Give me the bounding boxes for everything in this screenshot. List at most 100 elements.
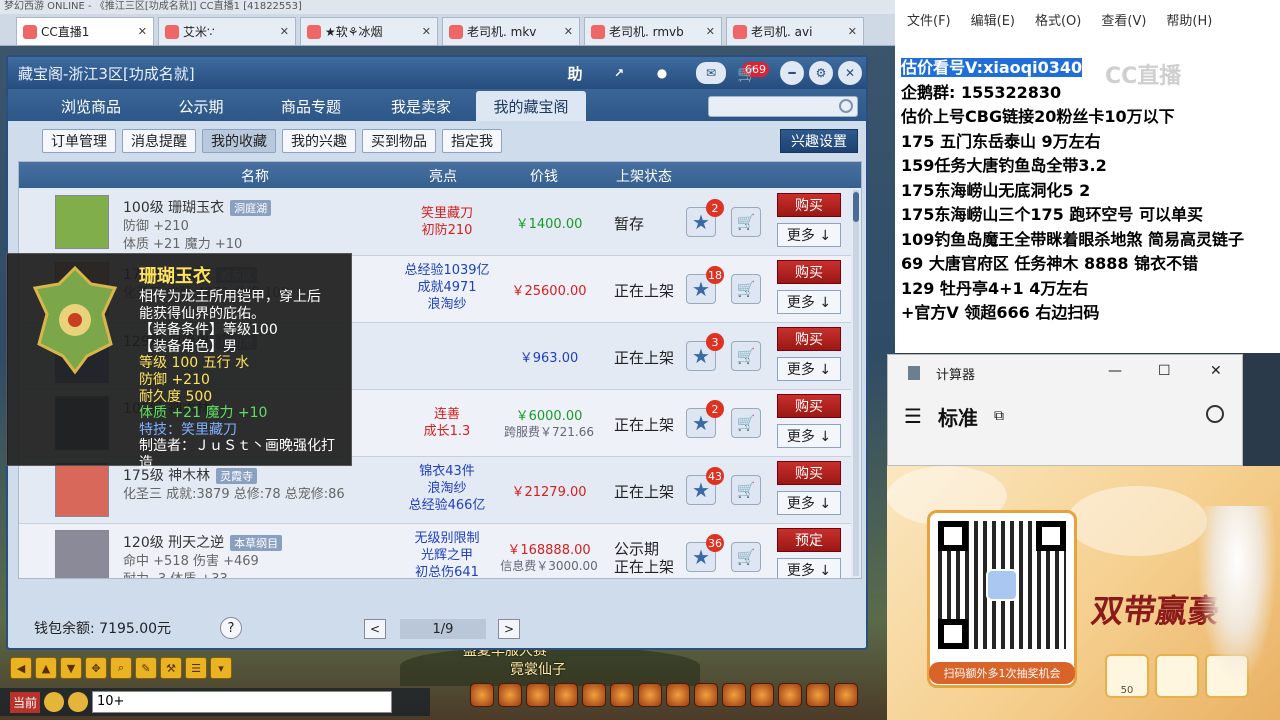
- list-icon[interactable]: ☰: [185, 657, 207, 679]
- help-button[interactable]: 助: [564, 62, 586, 84]
- function-icon[interactable]: [582, 683, 606, 707]
- function-icon[interactable]: [638, 683, 662, 707]
- buy-button[interactable]: 预定: [777, 528, 841, 552]
- table-scrollbar[interactable]: [853, 190, 859, 576]
- more-button[interactable]: 更多 ↓: [777, 558, 841, 578]
- buy-button[interactable]: 购买: [777, 327, 841, 351]
- nav-tab[interactable]: 我的藏宝阁: [476, 91, 586, 121]
- notepad-menu-item[interactable]: 文件(F): [907, 10, 951, 29]
- favorite-star-icon[interactable]: ★ 2: [686, 400, 724, 438]
- interest-settings-button[interactable]: 兴趣设置: [780, 129, 858, 153]
- magnifier-icon[interactable]: ⌕: [110, 657, 132, 679]
- keep-on-top-icon[interactable]: ⧉: [994, 408, 1004, 424]
- add-to-cart-icon[interactable]: 🛒: [731, 207, 761, 237]
- tab-close-icon[interactable]: ✕: [138, 25, 147, 38]
- more-button[interactable]: 更多 ↓: [777, 357, 841, 381]
- function-icon[interactable]: [610, 683, 634, 707]
- maximize-icon[interactable]: ☐: [1158, 363, 1171, 379]
- more-button[interactable]: 更多 ↓: [777, 223, 841, 247]
- emoji-icon[interactable]: [68, 692, 89, 712]
- up-arrow-icon[interactable]: ▲: [35, 657, 57, 679]
- move-icon[interactable]: ✥: [85, 657, 107, 679]
- add-to-cart-icon[interactable]: 🛒: [731, 274, 761, 304]
- browser-tab[interactable]: CC直播1 ✕: [16, 17, 154, 45]
- browser-tab[interactable]: ★软⚘冰烟 ✕: [300, 17, 438, 45]
- settings-gear-icon[interactable]: ⚙: [809, 61, 833, 85]
- tab-close-icon[interactable]: ✕: [706, 25, 715, 38]
- sub-tab[interactable]: 指定我: [442, 129, 502, 153]
- close-icon[interactable]: ✕: [1210, 363, 1222, 379]
- function-icon[interactable]: [750, 683, 774, 707]
- item-thumbnail[interactable]: [55, 530, 109, 578]
- notepad-text[interactable]: 估价看号V:xiaoqi0340 企鹅群: 155322830 估价上号CBG链接2…: [901, 56, 1280, 326]
- function-icon[interactable]: [778, 683, 802, 707]
- minimize-icon[interactable]: ━: [780, 61, 804, 85]
- buy-button[interactable]: 购买: [777, 193, 841, 217]
- function-icon[interactable]: [470, 683, 494, 707]
- table-row[interactable]: 120级 刑天之逆本草纲目命中 +518 伤害 +469耐力 -3 体质 +33…: [19, 524, 851, 578]
- close-icon[interactable]: ✕: [838, 61, 862, 85]
- scrollbar-thumb[interactable]: [853, 192, 859, 222]
- add-to-cart-icon[interactable]: 🛒: [731, 542, 761, 572]
- down-arrow-icon[interactable]: ▼: [60, 657, 82, 679]
- sub-tab[interactable]: 订单管理: [42, 129, 116, 153]
- sub-tab[interactable]: 我的收藏: [202, 129, 276, 153]
- search-icon[interactable]: [839, 99, 853, 113]
- nav-tab[interactable]: 商品专题: [256, 91, 366, 121]
- favorite-star-icon[interactable]: ★ 36: [686, 534, 724, 572]
- edit-icon[interactable]: ✎: [135, 657, 157, 679]
- browser-tab[interactable]: 老司机. rmvb ✕: [584, 17, 722, 45]
- function-icon[interactable]: [526, 683, 550, 707]
- tab-close-icon[interactable]: ✕: [422, 25, 431, 38]
- notepad-menu-item[interactable]: 格式(O): [1035, 10, 1081, 29]
- item-thumbnail[interactable]: [55, 463, 109, 517]
- more-button[interactable]: 更多 ↓: [777, 290, 841, 314]
- function-icon[interactable]: [806, 683, 830, 707]
- function-icon[interactable]: [666, 683, 690, 707]
- buy-button[interactable]: 购买: [777, 461, 841, 485]
- function-icon[interactable]: [694, 683, 718, 707]
- function-icon[interactable]: [498, 683, 522, 707]
- buy-button[interactable]: 购买: [777, 260, 841, 284]
- add-to-cart-icon[interactable]: 🛒: [731, 341, 761, 371]
- more-button[interactable]: 更多 ↓: [777, 491, 841, 515]
- notepad-menu-item[interactable]: 编辑(E): [971, 10, 1015, 29]
- record-icon[interactable]: ●: [651, 62, 673, 84]
- more-button[interactable]: 更多 ↓: [777, 424, 841, 448]
- prev-page-button[interactable]: <: [364, 619, 386, 639]
- sub-tab[interactable]: 消息提醒: [122, 129, 196, 153]
- next-page-button[interactable]: >: [498, 619, 520, 639]
- chat-channel[interactable]: 当前: [10, 691, 41, 713]
- tab-close-icon[interactable]: ✕: [280, 25, 289, 38]
- browser-tab[interactable]: 老司机. mkv ✕: [442, 17, 580, 45]
- share-icon[interactable]: ↗: [608, 62, 630, 84]
- function-icon[interactable]: [722, 683, 746, 707]
- item-thumbnail[interactable]: [55, 195, 109, 249]
- nav-tab[interactable]: 我是卖家: [366, 91, 476, 121]
- nav-tab[interactable]: 公示期: [146, 91, 256, 121]
- sub-tab[interactable]: 买到物品: [362, 129, 436, 153]
- collapse-icon[interactable]: ▾: [210, 657, 232, 679]
- hamburger-menu-icon[interactable]: ☰: [904, 404, 922, 428]
- voice-icon[interactable]: [44, 692, 65, 712]
- favorite-star-icon[interactable]: ★ 3: [686, 333, 724, 371]
- favorite-star-icon[interactable]: ★ 43: [686, 467, 724, 505]
- tab-close-icon[interactable]: ✕: [848, 25, 857, 38]
- left-arrow-icon[interactable]: ◀: [10, 657, 32, 679]
- minimize-icon[interactable]: —: [1108, 363, 1122, 379]
- add-to-cart-icon[interactable]: 🛒: [731, 408, 761, 438]
- add-to-cart-icon[interactable]: 🛒: [731, 475, 761, 505]
- buy-button[interactable]: 购买: [777, 394, 841, 418]
- tool-icon[interactable]: ⚒: [160, 657, 182, 679]
- table-row[interactable]: 100级 珊瑚玉衣 洞庭湖 防御 +210 体质 +21 魔力 +10 笑里藏刀 初防21…: [19, 189, 851, 256]
- message-icon[interactable]: ✉: [696, 62, 726, 84]
- function-icon[interactable]: [834, 683, 858, 707]
- sub-tab[interactable]: 我的兴趣: [282, 129, 356, 153]
- function-icon[interactable]: [554, 683, 578, 707]
- cart-icon[interactable]: 🛒: [736, 62, 758, 84]
- notepad-menu-item[interactable]: 帮助(H): [1166, 10, 1212, 29]
- browser-tab[interactable]: 艾米∵ ✕: [158, 17, 296, 45]
- search-input[interactable]: [708, 96, 858, 117]
- tab-close-icon[interactable]: ✕: [564, 25, 573, 38]
- favorite-star-icon[interactable]: ★ 2: [686, 199, 724, 237]
